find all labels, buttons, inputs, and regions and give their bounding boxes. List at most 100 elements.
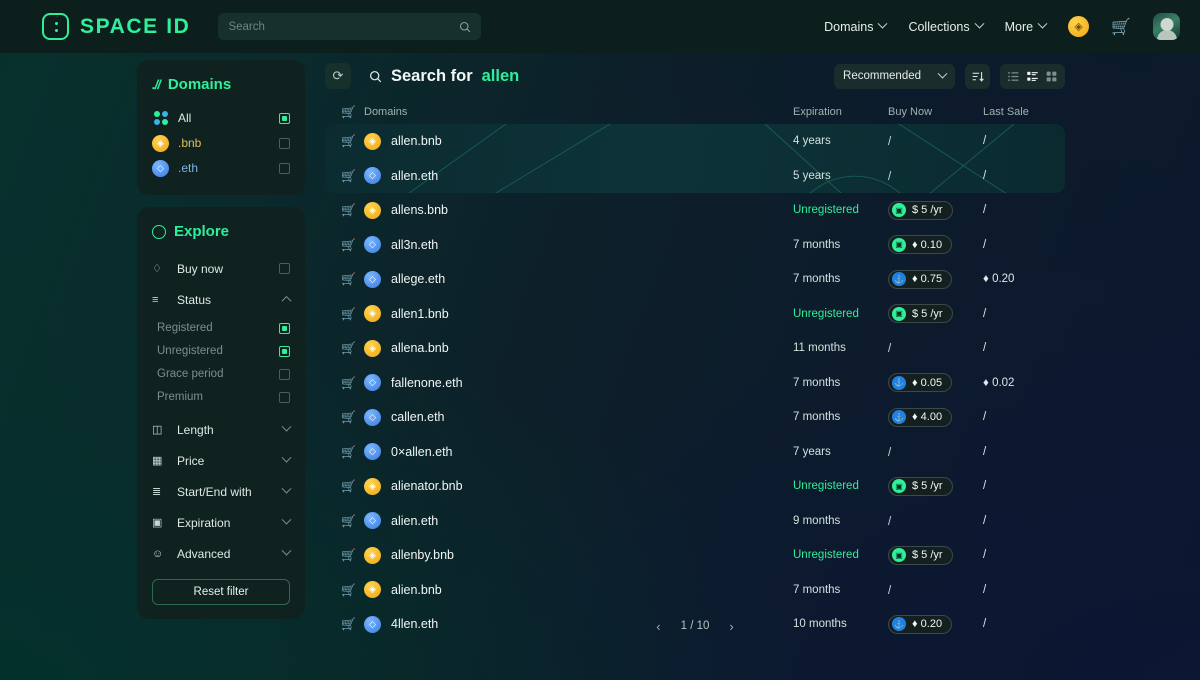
- buy-now-price-pill[interactable]: ▣ $ 5 /yr: [888, 200, 953, 220]
- domain-filter-all[interactable]: All: [152, 106, 290, 130]
- user-avatar[interactable]: [1153, 13, 1180, 40]
- brand-logo[interactable]: SPACE ID: [42, 13, 190, 40]
- buy-now-price-pill[interactable]: ⚓ ♦ 0.75: [888, 269, 953, 289]
- add-to-cart-icon[interactable]: 🛒: [341, 134, 356, 148]
- checkbox-eth[interactable]: [279, 162, 290, 174]
- global-search[interactable]: [218, 13, 482, 40]
- buy-now-cell[interactable]: ▣ $ 5 /yr: [888, 200, 983, 220]
- cart-icon[interactable]: 🛒: [1111, 17, 1131, 37]
- buy-now-price-pill[interactable]: ▣ $ 5 /yr: [888, 545, 953, 565]
- table-row[interactable]: 🛒 ◈ allena.bnb 11 months / /: [325, 331, 1065, 366]
- checkbox-registered[interactable]: [279, 322, 290, 334]
- status-option-grace-period[interactable]: Grace period: [157, 363, 290, 385]
- add-to-cart-icon[interactable]: 🛒: [341, 583, 356, 597]
- grid-view-icon[interactable]: [1045, 70, 1058, 83]
- buy-now-cell: /: [888, 169, 983, 183]
- last-sale-value: /: [983, 583, 987, 596]
- detail-view-icon[interactable]: [1026, 70, 1039, 83]
- filter-advanced[interactable]: ☺ Advanced: [152, 538, 292, 569]
- buy-now-cell[interactable]: ⚓ ♦ 0.20: [888, 614, 983, 634]
- buy-now-price-pill[interactable]: ⚓ ♦ 4.00: [888, 407, 953, 427]
- add-to-cart-icon[interactable]: 🛒: [341, 548, 356, 562]
- sort-select[interactable]: Recommended: [834, 63, 955, 89]
- add-to-cart-icon[interactable]: 🛒: [341, 617, 356, 631]
- buy-now-price: ♦ 0.05: [912, 376, 943, 389]
- table-row[interactable]: 🛒 ◈ alien.bnb 7 months / /: [325, 573, 1065, 608]
- buy-now-cell[interactable]: ▣ $ 5 /yr: [888, 476, 983, 496]
- nav-item-collections[interactable]: Collections: [908, 18, 985, 34]
- sort-order-button[interactable]: [965, 63, 990, 89]
- buy-now-price-pill[interactable]: ⚓ ♦ 0.05: [888, 373, 953, 393]
- table-row[interactable]: 🛒 ◇ allege.eth 7 months ⚓ ♦ 0.75 ♦ 0.20: [325, 262, 1065, 297]
- search-input[interactable]: [228, 20, 460, 33]
- buy-now-cell[interactable]: ▣ $ 5 /yr: [888, 545, 983, 565]
- buy-now-cell[interactable]: ⚓ ♦ 0.05: [888, 373, 983, 393]
- add-to-cart-icon[interactable]: 🛒: [341, 410, 356, 424]
- checkbox-all[interactable]: [279, 112, 290, 124]
- checkbox-grace-period[interactable]: [279, 368, 290, 380]
- buy-now-price: ♦ 0.20: [912, 618, 943, 631]
- filter-buy-now[interactable]: ♢ Buy now: [152, 253, 290, 284]
- table-row[interactable]: 🛒 ◇ 4llen.eth 10 months ⚓ ♦ 0.20 /: [325, 607, 1065, 642]
- status-option-registered[interactable]: Registered: [157, 317, 290, 339]
- add-to-cart-icon[interactable]: 🛒: [341, 479, 356, 493]
- nav-item-more[interactable]: More: [1005, 18, 1048, 34]
- filter-price[interactable]: ▦ Price: [152, 445, 292, 476]
- table-row[interactable]: 🛒 ◈ alienator.bnb Unregistered ▣ $ 5 /yr /: [325, 469, 1065, 504]
- checkbox-bnb[interactable]: [279, 137, 290, 149]
- chevron-down-icon: [281, 545, 292, 556]
- buy-now-cell[interactable]: ▣ $ 5 /yr: [888, 304, 983, 324]
- add-to-cart-icon[interactable]: 🛒: [341, 445, 356, 459]
- filter-label: Length: [177, 422, 214, 437]
- domain-filter-bnb[interactable]: ◈ .bnb: [152, 131, 290, 155]
- status-option-unregistered[interactable]: Unregistered: [157, 340, 290, 362]
- table-row[interactable]: 🛒 ◇ allen.eth 5 years / /: [325, 159, 1065, 194]
- table-row[interactable]: 🛒 ◇ callen.eth 7 months ⚓ ♦ 4.00 /: [325, 400, 1065, 435]
- add-to-cart-icon[interactable]: 🛒: [341, 169, 356, 183]
- buy-now-price-pill[interactable]: ▣ ♦ 0.10: [888, 235, 953, 255]
- list-view-icon[interactable]: [1007, 70, 1020, 83]
- add-to-cart-icon[interactable]: 🛒: [341, 376, 356, 390]
- table-row[interactable]: 🛒 ◈ allens.bnb Unregistered ▣ $ 5 /yr /: [325, 193, 1065, 228]
- add-to-cart-icon[interactable]: 🛒: [341, 307, 356, 321]
- refresh-icon[interactable]: ⟳: [325, 63, 351, 89]
- table-row[interactable]: 🛒 ◇ all3n.eth 7 months ▣ ♦ 0.10 /: [325, 228, 1065, 263]
- filter-length[interactable]: ◫ Length: [152, 414, 292, 445]
- bnb-coin-icon[interactable]: ◈: [1068, 16, 1090, 37]
- table-row[interactable]: 🛒 ◇ fallenone.eth 7 months ⚓ ♦ 0.05 ♦ 0.02: [325, 366, 1065, 401]
- add-to-cart-icon[interactable]: 🛒: [341, 203, 356, 217]
- column-header-last-sale: Last Sale: [983, 106, 1029, 118]
- table-row[interactable]: 🛒 ◈ allenby.bnb Unregistered ▣ $ 5 /yr /: [325, 538, 1065, 573]
- domain-filter-eth[interactable]: ◇ .eth: [152, 156, 290, 180]
- buy-now-cell[interactable]: ⚓ ♦ 0.75: [888, 269, 983, 289]
- checkbox-premium[interactable]: [279, 391, 290, 403]
- buy-now-cell[interactable]: ⚓ ♦ 4.00: [888, 407, 983, 427]
- chevron-down-icon: [878, 18, 888, 29]
- buy-now-cell[interactable]: ▣ ♦ 0.10: [888, 235, 983, 255]
- table-row[interactable]: 🛒 ◈ allen.bnb 4 years / /: [325, 124, 1065, 159]
- table-row[interactable]: 🛒 ◇ 0×allen.eth 7 years / /: [325, 435, 1065, 470]
- add-to-cart-icon[interactable]: 🛒: [341, 341, 356, 355]
- filter-status[interactable]: ≡ Status: [152, 284, 292, 315]
- table-row[interactable]: 🛒 ◇ alien.eth 9 months / /: [325, 504, 1065, 539]
- add-to-cart-icon[interactable]: 🛒: [341, 272, 356, 286]
- domains-filter-panel: .// Domains All ◈ .bnb ◇ .eth: [137, 60, 305, 195]
- checkbox-buy-now[interactable]: [279, 263, 290, 274]
- buy-now-cell: /: [888, 341, 983, 355]
- table-row[interactable]: 🛒 ◈ allen1.bnb Unregistered ▣ $ 5 /yr /: [325, 297, 1065, 332]
- nav-item-domains[interactable]: Domains: [824, 18, 888, 34]
- eth-chain-icon: ◇: [364, 374, 381, 392]
- add-to-cart-icon[interactable]: 🛒: [341, 238, 356, 252]
- buy-now-price-pill[interactable]: ⚓ ♦ 0.20: [888, 614, 953, 634]
- last-sale-value: /: [983, 514, 987, 527]
- add-to-cart-icon[interactable]: 🛒: [341, 514, 356, 528]
- brand-name: SPACE ID: [80, 14, 191, 38]
- reset-filter-button[interactable]: Reset filter: [152, 579, 290, 605]
- highlighted-result-group: 🛒 ◈ allen.bnb 4 years / / 🛒 ◇ allen.eth 5 years / /: [325, 124, 1065, 193]
- filter-expiration[interactable]: ▣ Expiration: [152, 507, 292, 538]
- checkbox-unregistered[interactable]: [279, 345, 290, 357]
- filter-start-end-with[interactable]: ≣ Start/End with: [152, 476, 292, 507]
- buy-now-price-pill[interactable]: ▣ $ 5 /yr: [888, 476, 953, 496]
- status-option-premium[interactable]: Premium: [157, 386, 290, 408]
- buy-now-price-pill[interactable]: ▣ $ 5 /yr: [888, 304, 953, 324]
